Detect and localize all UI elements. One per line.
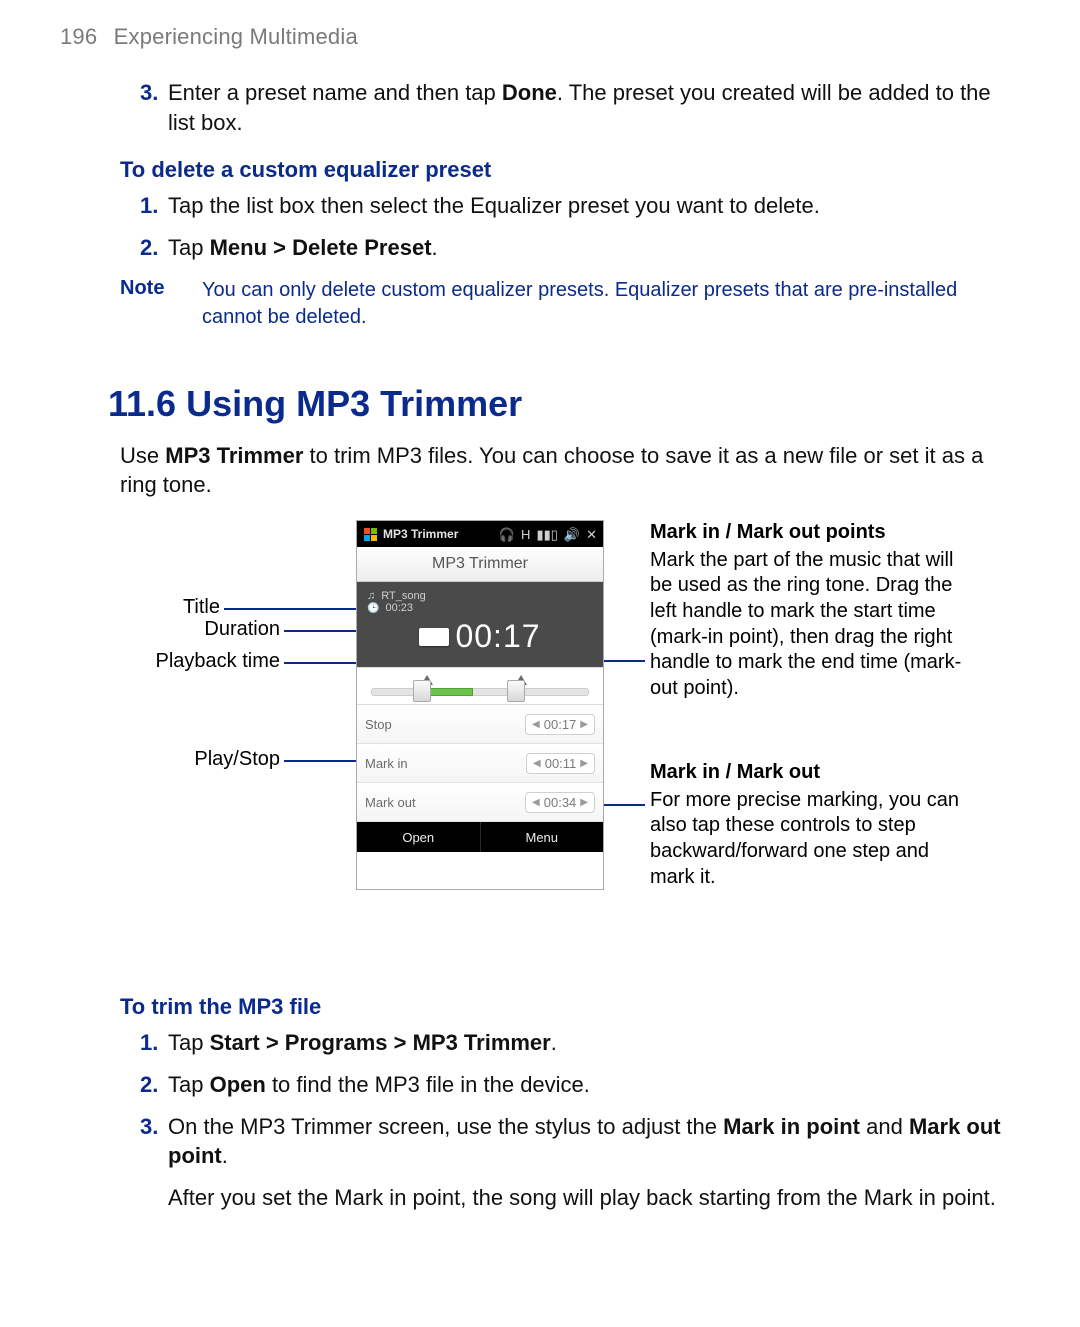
step-text: Tap Open to find the MP3 file in the dev… xyxy=(168,1070,1020,1100)
mark-in-label: Mark in xyxy=(365,756,526,771)
app-title: MP3 Trimmer xyxy=(383,527,493,541)
step-text: Enter a preset name and then tap Done. T… xyxy=(168,78,1020,137)
softkey-bar: Open Menu xyxy=(357,822,603,852)
play-stop-label: Stop xyxy=(365,717,525,732)
now-playing-panel: RT_song 00:23 00:17 xyxy=(357,582,603,667)
time-stepper[interactable]: ◀ 00:11 ▶ xyxy=(526,753,595,774)
play-stop-row[interactable]: Stop ◀ 00:17 ▶ xyxy=(357,705,603,744)
leader-line xyxy=(284,662,364,664)
list-item: 1. Tap Start > Programs > MP3 Trimmer. xyxy=(140,1028,1020,1058)
callout-playback-time: Playback time xyxy=(120,650,280,673)
step-text: Tap Menu > Delete Preset. xyxy=(168,233,1020,263)
procedure-heading: To delete a custom equalizer preset xyxy=(120,157,1020,183)
step-text: Tap the list box then select the Equaliz… xyxy=(168,191,1020,221)
step-number: 2. xyxy=(140,1070,168,1100)
page-number: 196 xyxy=(60,24,97,49)
list-item: 3. On the MP3 Trimmer screen, use the st… xyxy=(140,1112,1020,1171)
step-back-icon[interactable]: ◀ xyxy=(530,797,542,808)
note-label: Note xyxy=(120,277,202,331)
close-icon[interactable]: ✕ xyxy=(586,528,597,541)
mark-in-time: 00:11 xyxy=(545,756,577,771)
section-intro: Use MP3 Trimmer to trim MP3 files. You c… xyxy=(120,441,1020,500)
device-titlebar: MP3 Trimmer 🎧 H ▮▮▯ 🔊 ✕ xyxy=(357,521,603,547)
play-indicator-icon xyxy=(419,628,449,646)
step-forward-icon[interactable]: ▶ xyxy=(578,758,590,769)
step-text: Tap Start > Programs > MP3 Trimmer. xyxy=(168,1028,1020,1058)
mark-out-time: 00:34 xyxy=(544,795,577,810)
mark-out-row[interactable]: Mark out ◀ 00:34 ▶ xyxy=(357,783,603,822)
section-heading: 11.6 Using MP3 Trimmer xyxy=(108,383,1020,425)
step-back-icon[interactable]: ◀ xyxy=(530,719,542,730)
callout-mark-controls: Mark in / Mark out For more precise mark… xyxy=(650,760,970,890)
step-followup: After you set the Mark in point, the son… xyxy=(168,1183,1020,1213)
leader-line xyxy=(224,608,374,610)
callout-play-stop: Play/Stop xyxy=(120,748,280,771)
running-head: 196 Experiencing Multimedia xyxy=(60,24,1020,50)
manual-page: 196 Experiencing Multimedia 3. Enter a p… xyxy=(0,0,1080,1327)
callout-duration: Duration xyxy=(150,618,280,641)
clock-icon xyxy=(367,602,379,614)
chapter-title: Experiencing Multimedia xyxy=(114,24,358,49)
slider-track xyxy=(371,688,589,696)
status-icons: 🎧 H ▮▮▯ 🔊 ✕ xyxy=(499,528,597,541)
figure: Title Duration Playback time Play/Stop M… xyxy=(90,520,990,970)
stop-time: 00:17 xyxy=(544,717,577,732)
menu-button[interactable]: Menu xyxy=(481,822,604,852)
step-number: 3. xyxy=(140,78,168,137)
mark-out-label: Mark out xyxy=(365,795,525,810)
list-item: 2. Tap Open to find the MP3 file in the … xyxy=(140,1070,1020,1100)
step-forward-icon[interactable]: ▶ xyxy=(578,719,590,730)
mark-in-handle[interactable] xyxy=(413,680,431,702)
open-button[interactable]: Open xyxy=(357,822,481,852)
song-duration: 00:23 xyxy=(385,602,413,614)
screen-title: MP3 Trimmer xyxy=(357,547,603,582)
step-text: On the MP3 Trimmer screen, use the stylu… xyxy=(168,1112,1020,1171)
music-note-icon xyxy=(367,590,375,602)
note-block: Note You can only delete custom equalize… xyxy=(120,277,1020,331)
trim-slider[interactable] xyxy=(357,667,603,705)
playback-time: 00:17 xyxy=(455,618,540,655)
battery-h-icon: H xyxy=(521,528,530,541)
song-title: RT_song xyxy=(381,590,425,602)
callout-title: Title xyxy=(90,596,220,619)
step-number: 2. xyxy=(140,233,168,263)
mark-in-row[interactable]: Mark in ◀ 00:11 ▶ xyxy=(357,744,603,783)
time-stepper[interactable]: ◀ 00:34 ▶ xyxy=(525,792,595,813)
time-stepper[interactable]: ◀ 00:17 ▶ xyxy=(525,714,595,735)
step-forward-icon[interactable]: ▶ xyxy=(578,797,590,808)
leader-line xyxy=(284,760,364,762)
step-number: 1. xyxy=(140,191,168,221)
device-screenshot: MP3 Trimmer 🎧 H ▮▮▯ 🔊 ✕ MP3 Trimmer RT_s… xyxy=(356,520,604,890)
windows-logo-icon xyxy=(363,527,377,541)
headphones-icon: 🎧 xyxy=(499,528,515,541)
procedure-heading: To trim the MP3 file xyxy=(120,994,1020,1020)
step-number: 1. xyxy=(140,1028,168,1058)
list-item: 3. Enter a preset name and then tap Done… xyxy=(140,78,1020,137)
step-back-icon[interactable]: ◀ xyxy=(531,758,543,769)
step-number: 3. xyxy=(140,1112,168,1171)
list-item: 2. Tap Menu > Delete Preset. xyxy=(140,233,1020,263)
signal-icon: ▮▮▯ xyxy=(536,528,557,541)
sound-icon: 🔊 xyxy=(564,528,580,541)
list-item: 1. Tap the list box then select the Equa… xyxy=(140,191,1020,221)
leader-line xyxy=(600,804,645,806)
slider-selection xyxy=(424,688,474,696)
mark-out-handle[interactable] xyxy=(507,680,525,702)
callout-mark-points: Mark in / Mark out points Mark the part … xyxy=(650,520,970,701)
playback-time-display: 00:17 xyxy=(367,618,593,655)
note-text: You can only delete custom equalizer pre… xyxy=(202,277,1020,331)
